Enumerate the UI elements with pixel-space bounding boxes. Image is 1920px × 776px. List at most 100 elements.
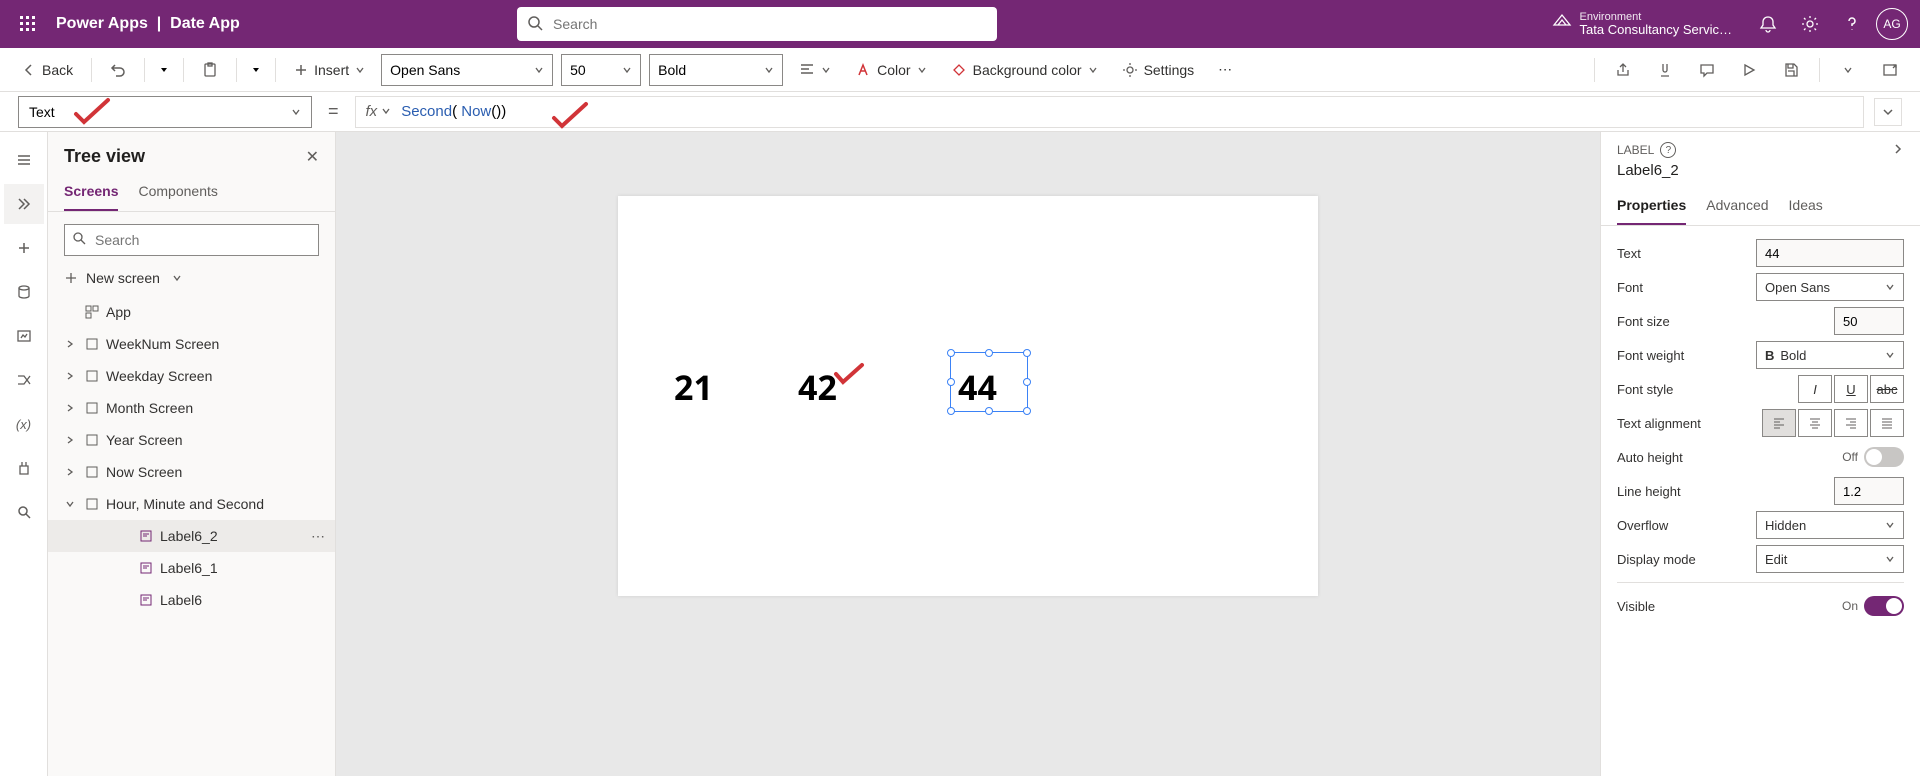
tree-screen-node[interactable]: Month Screen [48,392,335,424]
resize-handle[interactable] [985,407,993,415]
prop-font-select[interactable]: Open Sans [1756,273,1904,301]
tree-screen-node[interactable]: Weekday Screen [48,360,335,392]
canvas-label-2[interactable]: 42 [798,364,837,410]
underline-button[interactable]: U [1834,375,1868,403]
left-rail: (x) [0,132,48,776]
prop-lineheight-label: Line height [1617,484,1834,499]
tree-label-node[interactable]: Label6 [48,584,335,616]
prop-lineheight-input[interactable] [1834,477,1904,505]
tab-properties[interactable]: Properties [1617,189,1686,225]
environment-picker[interactable]: Environment Tata Consultancy Servic… [1552,11,1732,37]
tree-search-input[interactable] [64,224,319,256]
prop-text-input[interactable] [1756,239,1904,267]
prop-display-select[interactable]: Edit [1756,545,1904,573]
back-button[interactable]: Back [14,54,81,86]
font-size-dropdown[interactable]: 50 [561,54,641,86]
tree-label-node[interactable]: Label6_1 [48,552,335,584]
user-avatar[interactable]: AG [1876,8,1908,40]
tree-screen-node[interactable]: Year Screen [48,424,335,456]
canvas-label-1[interactable]: 21 [674,364,713,410]
save-icon[interactable] [1775,54,1807,86]
autoheight-toggle[interactable] [1864,447,1904,467]
insert-button[interactable]: Insert [286,54,373,86]
canvas-screen[interactable]: 21 42 44 [618,196,1318,596]
more-button[interactable]: ⋯ [1210,54,1242,86]
tab-components[interactable]: Components [138,175,217,211]
help-icon[interactable]: ? [1660,142,1676,158]
prop-fontweight-select[interactable]: BBold [1756,341,1904,369]
publish-icon[interactable] [1874,54,1906,86]
checker-icon[interactable] [1649,54,1681,86]
expand-icon[interactable] [1892,143,1904,158]
align-left-button[interactable] [1762,409,1796,437]
share-icon[interactable] [1607,54,1639,86]
more-icon[interactable]: ⋯ [311,528,327,545]
tree-app-node[interactable]: App [48,296,335,328]
close-icon[interactable]: ✕ [306,147,319,167]
bgcolor-button[interactable]: Background color [943,54,1106,86]
resize-handle[interactable] [985,349,993,357]
resize-handle[interactable] [947,407,955,415]
color-button[interactable]: Color [847,54,934,86]
settings-gear-icon[interactable] [1792,6,1828,42]
screen-icon [84,336,100,352]
undo-dropdown[interactable] [155,65,173,75]
resize-handle[interactable] [1023,407,1031,415]
rail-tools-icon[interactable] [4,448,44,488]
new-screen-button[interactable]: New screen [48,264,335,292]
align-justify-button[interactable] [1870,409,1904,437]
env-label: Environment [1580,11,1732,23]
resize-handle[interactable] [1023,349,1031,357]
tree-screen-node[interactable]: Hour, Minute and Second [48,488,335,520]
resize-handle[interactable] [947,349,955,357]
rail-insert-icon[interactable] [4,228,44,268]
tab-advanced[interactable]: Advanced [1706,189,1768,225]
tab-screens[interactable]: Screens [64,175,118,211]
align-right-button[interactable] [1834,409,1868,437]
align-center-button[interactable] [1798,409,1832,437]
formula-input[interactable]: fx Second( Now()) [355,96,1864,128]
rail-data-icon[interactable] [4,272,44,312]
notifications-icon[interactable] [1750,6,1786,42]
font-dropdown[interactable]: Open Sans [381,54,553,86]
italic-button[interactable]: I [1798,375,1832,403]
paste-button[interactable] [194,54,226,86]
prop-overflow-select[interactable]: Hidden [1756,511,1904,539]
rail-flow-icon[interactable] [4,360,44,400]
rail-search-icon[interactable] [4,492,44,532]
tree-title: Tree view [64,146,145,167]
rail-hamburger-icon[interactable] [4,140,44,180]
tree-screen-node[interactable]: Now Screen [48,456,335,488]
paste-dropdown[interactable] [247,65,265,75]
resize-handle[interactable] [947,378,955,386]
undo-button[interactable] [102,54,134,86]
comments-icon[interactable] [1691,54,1723,86]
selection-box[interactable] [950,352,1028,412]
save-dropdown[interactable] [1832,54,1864,86]
tree-screen-node[interactable]: WeekNum Screen [48,328,335,360]
property-selector[interactable]: Text [18,96,312,128]
canvas-area[interactable]: 21 42 44 [336,132,1600,776]
strike-button[interactable]: abc [1870,375,1904,403]
help-icon[interactable] [1834,6,1870,42]
rail-variables-icon[interactable]: (x) [4,404,44,444]
expand-formula-icon[interactable] [1874,98,1902,126]
search-input[interactable] [517,7,997,41]
waffle-icon[interactable] [12,8,44,40]
visible-toggle[interactable] [1864,596,1904,616]
preview-icon[interactable] [1733,54,1765,86]
label-icon [138,592,154,608]
resize-handle[interactable] [1023,378,1031,386]
tab-ideas[interactable]: Ideas [1789,189,1823,225]
prop-fontsize-input[interactable] [1834,307,1904,335]
font-weight-dropdown[interactable]: Bold [649,54,783,86]
separator [1594,58,1595,82]
rail-media-icon[interactable] [4,316,44,356]
settings-button[interactable]: Settings [1114,54,1203,86]
tree-label-node[interactable]: Label6_2⋯ [48,520,335,552]
rail-tree-icon[interactable] [4,184,44,224]
align-button[interactable] [791,54,839,86]
screen-icon [84,400,100,416]
search-icon [527,15,543,36]
prop-fontweight-label: Font weight [1617,348,1756,363]
